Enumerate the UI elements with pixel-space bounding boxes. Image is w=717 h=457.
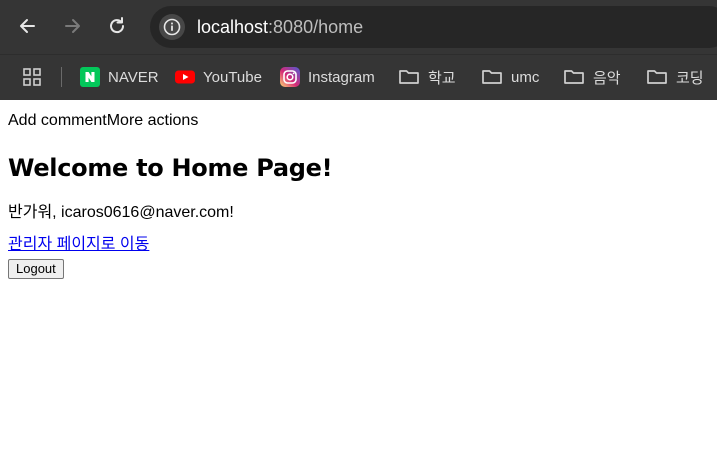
bookmark-folder-music[interactable]: 음악 — [563, 66, 621, 88]
bookmark-label: NAVER — [108, 68, 159, 86]
bookmark-folder-umc[interactable]: umc — [481, 66, 539, 88]
browser-chrome: localhost:8080/home NAVER YouTube Instag… — [0, 0, 717, 100]
url-text[interactable]: localhost:8080/home — [197, 17, 363, 38]
logout-button[interactable]: Logout — [8, 259, 64, 279]
page-title: Welcome to Home Page! — [8, 154, 333, 182]
page-content: Add commentMore actions Welcome to Home … — [0, 100, 717, 279]
bookmark-label: 음악 — [593, 69, 621, 87]
folder-icon — [398, 67, 420, 87]
folder-icon — [481, 67, 503, 87]
instagram-icon — [280, 67, 300, 87]
add-comment-text[interactable]: Add comment — [8, 112, 107, 129]
bookmark-youtube[interactable]: YouTube — [175, 66, 262, 88]
bookmark-label: YouTube — [203, 68, 262, 86]
naver-icon — [80, 67, 100, 87]
reload-icon — [110, 17, 125, 34]
comment-actions: Add commentMore actions — [8, 100, 709, 131]
bookmark-label: Instagram — [308, 68, 375, 86]
bookmark-folder-coding[interactable]: 코딩 — [646, 66, 704, 88]
reload-button[interactable] — [103, 12, 131, 40]
browser-toolbar: localhost:8080/home — [0, 0, 717, 54]
info-icon — [163, 18, 181, 36]
bookmarks-bar: NAVER YouTube Instagram 학교 umc 음악 코딩 — [0, 54, 717, 100]
admin-page-link[interactable]: 관리자 페이지로 이동 — [8, 235, 149, 255]
bookmark-label: 코딩 — [676, 69, 704, 87]
arrow-left-icon — [20, 19, 35, 33]
folder-icon — [563, 67, 585, 87]
url-host: localhost — [197, 17, 269, 37]
folder-icon — [646, 67, 668, 87]
apps-button[interactable] — [22, 66, 42, 88]
forward-button[interactable] — [58, 12, 86, 40]
bookmark-label: 학교 — [428, 69, 456, 87]
bookmark-folder-school[interactable]: 학교 — [398, 66, 456, 88]
more-actions-text[interactable]: More actions — [107, 112, 199, 129]
url-path: :8080/home — [268, 17, 364, 37]
bookmark-label: umc — [511, 68, 540, 86]
bookmark-instagram[interactable]: Instagram — [280, 66, 375, 88]
address-bar[interactable]: localhost:8080/home — [150, 6, 717, 48]
back-button[interactable] — [14, 12, 42, 40]
site-info-button[interactable] — [159, 14, 185, 40]
bookmarks-separator — [61, 67, 62, 87]
youtube-icon — [175, 67, 195, 87]
bookmark-naver[interactable]: NAVER — [80, 66, 159, 88]
arrow-right-icon — [65, 19, 80, 33]
apps-grid-icon — [23, 68, 41, 86]
greeting-text: 반가워, icaros0616@naver.com! — [8, 204, 234, 221]
